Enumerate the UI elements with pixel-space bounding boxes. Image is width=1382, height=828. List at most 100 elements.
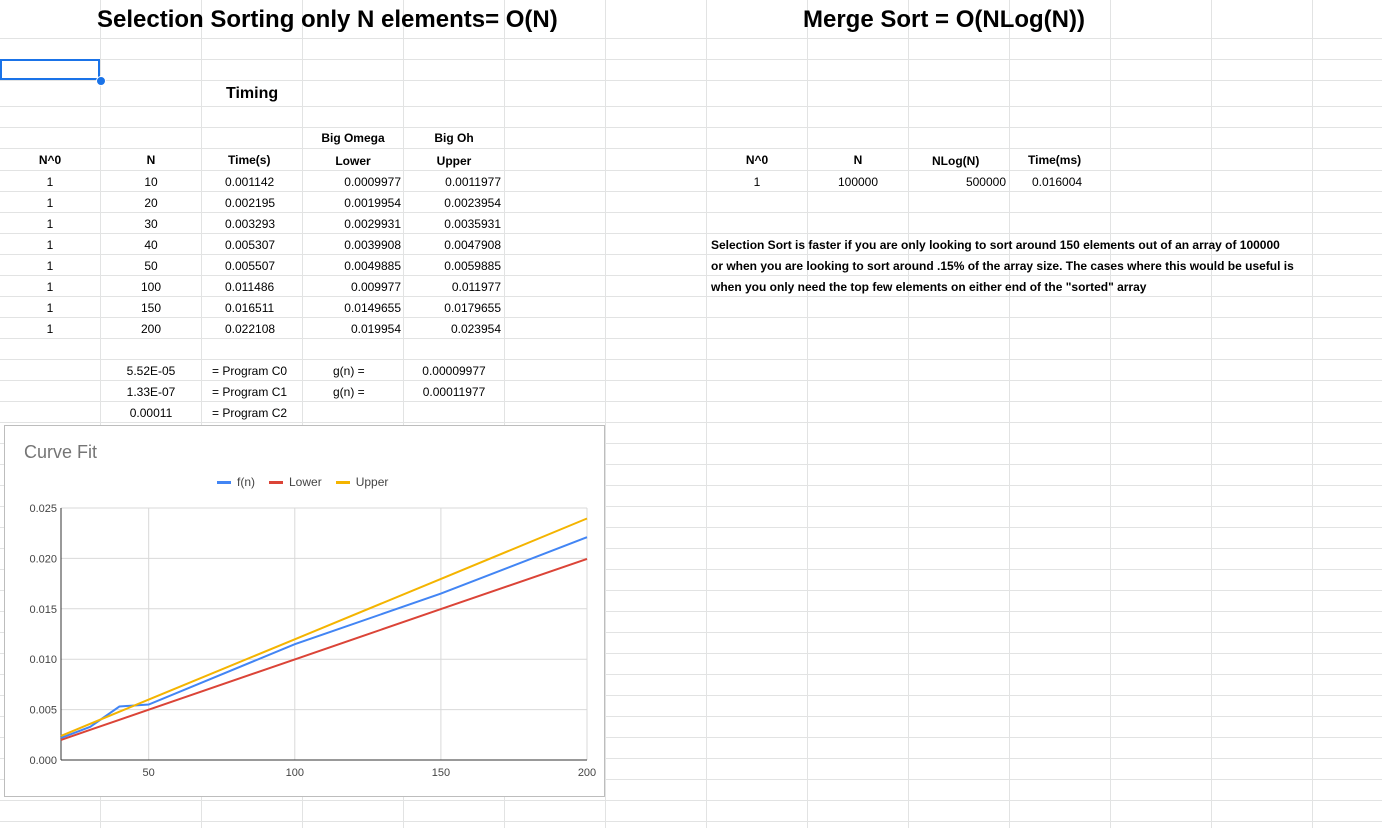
merge-header-nlogn: NLog(N)	[932, 154, 980, 168]
chart-plot: 0.000 0.005 0.010 0.015 0.020 0.025 50 100 150 20…	[29, 503, 596, 779]
title-merge-sort: Merge Sort = O(NLog(N))	[803, 6, 1085, 33]
grid-row-line	[0, 821, 1382, 822]
merge-cell-nlogn[interactable]: 500000	[909, 172, 1006, 192]
selected-cell[interactable]	[0, 59, 100, 80]
cell-time[interactable]: 0.005307	[225, 235, 305, 255]
cell-n[interactable]: 50	[101, 256, 201, 276]
x-tick-label: 200	[578, 767, 596, 779]
cell-n0[interactable]: 1	[0, 298, 100, 318]
cell-n[interactable]: 10	[101, 172, 201, 192]
cell-time[interactable]: 0.011486	[225, 277, 305, 297]
note-line-1: Selection Sort is faster if you are only…	[711, 238, 1280, 252]
header-n0: N^0	[38, 153, 62, 167]
cell-n[interactable]: 200	[101, 319, 201, 339]
cell-n0[interactable]: 1	[0, 193, 100, 213]
coeff-label[interactable]: = Program C1	[212, 382, 302, 402]
grid-column-line	[706, 0, 707, 828]
cell-time[interactable]: 0.002195	[225, 193, 305, 213]
cell-lower[interactable]: 0.009977	[305, 277, 401, 297]
cell-n[interactable]: 150	[101, 298, 201, 318]
grid-row-line	[0, 106, 1382, 107]
grid-row-line	[0, 170, 1382, 171]
header-big-omega: Big Omega	[321, 131, 385, 145]
cell-n0[interactable]: 1	[0, 214, 100, 234]
header-upper: Upper	[436, 154, 472, 168]
merge-cell-time[interactable]: 0.016004	[1032, 172, 1082, 192]
series-line-fn	[60, 536, 588, 739]
y-tick-label: 0.005	[29, 705, 57, 717]
coeff-gval[interactable]: 0.00011977	[404, 382, 504, 402]
grid-row-line	[0, 233, 1382, 234]
cell-time[interactable]: 0.016511	[225, 298, 305, 318]
series-line-upper	[60, 517, 588, 737]
grid-row-line	[0, 422, 1382, 423]
fill-handle[interactable]	[96, 76, 106, 86]
coeff-g[interactable]: g(n) =	[333, 382, 403, 402]
grid-row-line	[0, 338, 1382, 339]
cell-upper[interactable]: 0.0059885	[404, 256, 501, 276]
cell-lower[interactable]: 0.0009977	[305, 172, 401, 192]
cell-n[interactable]: 40	[101, 235, 201, 255]
cell-n[interactable]: 30	[101, 214, 201, 234]
coeff-value[interactable]: 5.52E-05	[101, 361, 201, 381]
grid-row-line	[0, 148, 1382, 149]
coeff-value[interactable]: 1.33E-07	[101, 382, 201, 402]
coeff-gval[interactable]: 0.00009977	[404, 361, 504, 381]
cell-upper[interactable]: 0.0035931	[404, 214, 501, 234]
coeff-value[interactable]: 0.00011	[101, 403, 201, 423]
cell-upper[interactable]: 0.011977	[404, 277, 501, 297]
grid-row-line	[0, 59, 1382, 60]
grid-column-line	[1312, 0, 1313, 828]
coeff-label[interactable]: = Program C0	[212, 361, 302, 381]
coeff-label[interactable]: = Program C2	[212, 403, 302, 423]
y-tick-label: 0.025	[29, 503, 57, 515]
merge-header-time: Time(ms)	[1028, 153, 1082, 167]
grid-row-line	[0, 296, 1382, 297]
timing-label: Timing	[226, 85, 279, 102]
cell-n[interactable]: 20	[101, 193, 201, 213]
y-tick-label: 0.015	[29, 604, 57, 616]
cell-lower[interactable]: 0.0049885	[305, 256, 401, 276]
cell-time[interactable]: 0.003293	[225, 214, 305, 234]
cell-upper[interactable]: 0.0179655	[404, 298, 501, 318]
cell-n0[interactable]: 1	[0, 277, 100, 297]
grid-row-line	[0, 191, 1382, 192]
cell-time[interactable]: 0.022108	[225, 319, 305, 339]
grid-column-line	[605, 0, 606, 828]
cell-n0[interactable]: 1	[0, 172, 100, 192]
y-tick-label: 0.020	[29, 553, 57, 565]
cell-n0[interactable]: 1	[0, 235, 100, 255]
merge-header-n0: N^0	[745, 153, 769, 167]
grid-row-line	[0, 359, 1382, 360]
merge-cell-n[interactable]: 100000	[808, 172, 908, 192]
grid-column-line	[1009, 0, 1010, 828]
cell-n0[interactable]: 1	[0, 319, 100, 339]
cell-upper[interactable]: 0.023954	[404, 319, 501, 339]
y-tick-label: 0.000	[29, 755, 57, 767]
curve-fit-chart[interactable]: Curve Fit f(n) Lower Upper 0.000 0.005 0.0…	[4, 425, 605, 797]
cell-lower[interactable]: 0.0149655	[305, 298, 401, 318]
x-tick-label: 50	[143, 767, 155, 779]
cell-upper[interactable]: 0.0023954	[404, 193, 501, 213]
series-line-lower	[60, 557, 588, 741]
cell-upper[interactable]: 0.0011977	[404, 172, 501, 192]
cell-time[interactable]: 0.001142	[225, 172, 305, 192]
title-selection-sort: Selection Sorting only N elements= O(N)	[97, 6, 558, 33]
cell-n[interactable]: 100	[101, 277, 201, 297]
cell-lower[interactable]: 0.019954	[305, 319, 401, 339]
cell-n0[interactable]: 1	[0, 256, 100, 276]
coeff-g[interactable]: g(n) =	[333, 361, 403, 381]
cell-time[interactable]: 0.005507	[225, 256, 305, 276]
merge-cell-n0[interactable]: 1	[707, 172, 807, 192]
cell-lower[interactable]: 0.0039908	[305, 235, 401, 255]
cell-lower[interactable]: 0.0019954	[305, 193, 401, 213]
grid-column-line	[1211, 0, 1212, 828]
header-big-oh: Big Oh	[434, 131, 474, 145]
grid-row-line	[0, 800, 1382, 801]
cell-lower[interactable]: 0.0029931	[305, 214, 401, 234]
grid-row-line	[0, 401, 1382, 402]
note-line-2: or when you are looking to sort around .…	[711, 259, 1294, 273]
cell-upper[interactable]: 0.0047908	[404, 235, 501, 255]
x-tick-label: 150	[432, 767, 450, 779]
grid-column-line	[1110, 0, 1111, 828]
